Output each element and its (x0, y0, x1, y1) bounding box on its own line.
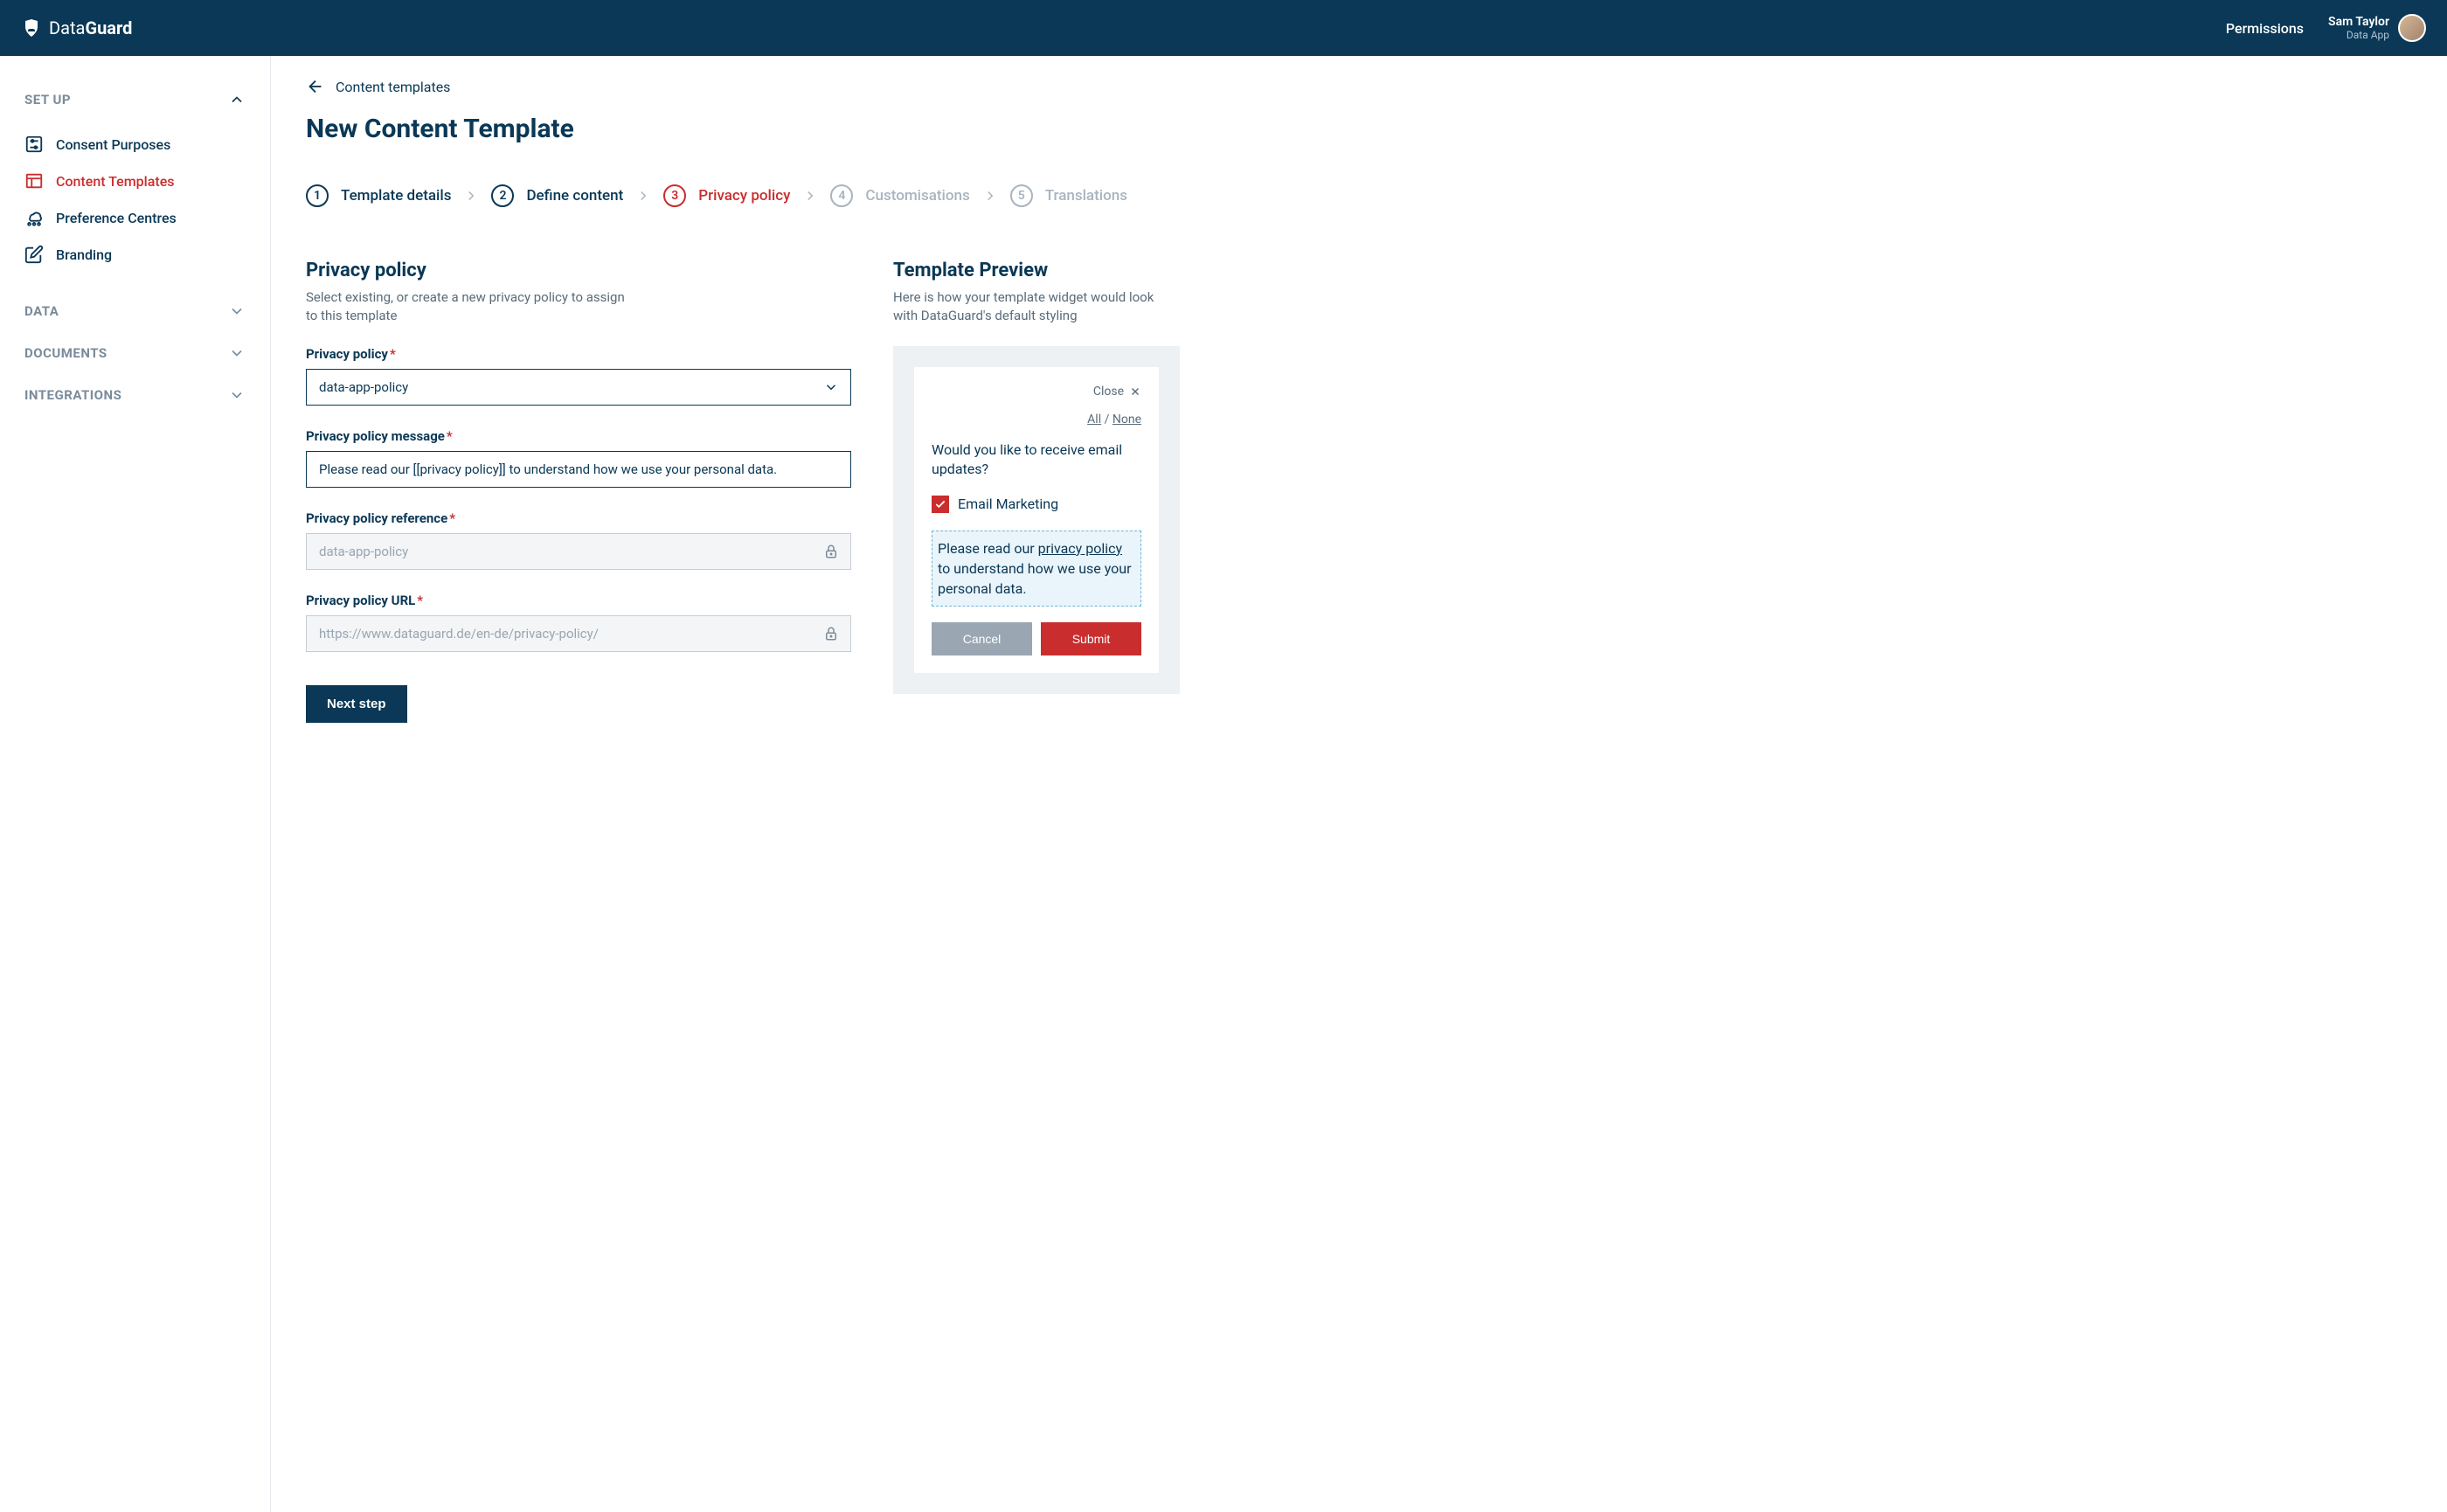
step-number: 2 (491, 184, 514, 207)
user-info[interactable]: Sam Taylor Data App (2328, 14, 2426, 42)
form-section-desc: Select existing, or create a new privacy… (306, 288, 638, 325)
cancel-button[interactable]: Cancel (932, 622, 1032, 655)
preview-close[interactable]: Close (932, 385, 1141, 399)
checkbox-checked[interactable] (932, 496, 949, 513)
stepper: 1 Template details 2 Define content 3 Pr… (306, 184, 2412, 207)
preview-all-none: All / None (932, 413, 1141, 427)
lock-icon (823, 626, 839, 642)
page-title: New Content Template (306, 114, 2412, 144)
user-name: Sam Taylor (2328, 15, 2389, 29)
checkbox-row[interactable]: Email Marketing (932, 496, 1141, 513)
step-translations[interactable]: 5 Translations (1010, 184, 1127, 207)
policy-message-box: Please read our privacy policy to unders… (932, 531, 1141, 607)
chevron-right-icon (982, 188, 998, 204)
cloud-network-icon (24, 208, 44, 227)
step-template-details[interactable]: 1 Template details (306, 184, 451, 207)
sidebar-section-title: DOCUMENTS (24, 345, 107, 361)
user-app: Data App (2328, 29, 2389, 41)
step-customisations[interactable]: 4 Customisations (830, 184, 969, 207)
breadcrumb[interactable]: Content templates (306, 77, 2412, 96)
template-icon (24, 171, 44, 191)
url-input (306, 615, 851, 652)
sidebar-item-label: Branding (56, 246, 112, 263)
sidebar-item-label: Preference Centres (56, 210, 177, 226)
sidebar-section-documents[interactable]: DOCUMENTS (24, 332, 246, 374)
message-input[interactable] (306, 451, 851, 488)
step-label: Privacy policy (698, 187, 790, 205)
brand-logo[interactable]: DataGuard (21, 17, 132, 38)
app-header: DataGuard Permissions Sam Taylor Data Ap… (0, 0, 2447, 56)
avatar[interactable] (2398, 14, 2426, 42)
sidebar-section-integrations[interactable]: INTEGRATIONS (24, 374, 246, 416)
next-step-button[interactable]: Next step (306, 685, 407, 723)
form-section-title: Privacy policy (306, 260, 851, 281)
brand-prefix: Data (49, 17, 85, 38)
step-privacy-policy[interactable]: 3 Privacy policy (663, 184, 790, 207)
reference-label: Privacy policy reference* (306, 510, 851, 526)
chevron-down-icon (228, 386, 246, 404)
step-number: 1 (306, 184, 329, 207)
form-section: Privacy policy Select existing, or creat… (306, 260, 851, 723)
chevron-up-icon (228, 91, 246, 108)
policy-select[interactable] (306, 369, 851, 406)
chevron-right-icon (635, 188, 651, 204)
privacy-policy-link[interactable]: privacy policy (1038, 540, 1122, 557)
sidebar-section-title: INTEGRATIONS (24, 387, 121, 403)
sidebar-section-title: DATA (24, 303, 59, 319)
permissions-link[interactable]: Permissions (2226, 20, 2304, 37)
chevron-right-icon (463, 188, 479, 204)
preview-desc: Here is how your template widget would l… (893, 288, 1180, 325)
sidebar-section-setup[interactable]: SET UP (24, 91, 246, 108)
chevron-down-icon (228, 344, 246, 362)
step-number: 5 (1010, 184, 1033, 207)
sidebar-item-preference-centres[interactable]: Preference Centres (24, 199, 246, 236)
sidebar-item-consent-purposes[interactable]: Consent Purposes (24, 126, 246, 163)
submit-button[interactable]: Submit (1041, 622, 1141, 655)
step-label: Template details (341, 187, 451, 205)
breadcrumb-label: Content templates (336, 79, 450, 95)
step-label: Define content (526, 187, 623, 205)
brand-bold: Guard (85, 17, 132, 38)
step-define-content[interactable]: 2 Define content (491, 184, 623, 207)
preview-title: Template Preview (893, 260, 1180, 281)
reference-input (306, 533, 851, 570)
sliders-icon (24, 135, 44, 154)
pencil-icon (24, 245, 44, 264)
sidebar-item-branding[interactable]: Branding (24, 236, 246, 273)
none-link[interactable]: None (1113, 413, 1141, 427)
lock-icon (823, 544, 839, 559)
chevron-down-icon (228, 302, 246, 320)
preview-wrapper: Close All / None Would you like to recei… (893, 346, 1180, 694)
sidebar-item-label: Consent Purposes (56, 136, 170, 153)
all-link[interactable]: All (1087, 413, 1101, 427)
preview-section: Template Preview Here is how your templa… (893, 260, 1180, 694)
check-icon (934, 498, 946, 510)
preview-question: Would you like to receive email updates? (932, 440, 1141, 480)
sidebar: SET UP Consent Purposes Content Template… (0, 56, 271, 1512)
step-number: 3 (663, 184, 686, 207)
checkbox-label: Email Marketing (958, 496, 1058, 512)
url-label: Privacy policy URL* (306, 593, 851, 608)
close-icon (1129, 385, 1141, 398)
step-label: Customisations (865, 187, 969, 205)
message-label: Privacy policy message* (306, 428, 851, 444)
step-label: Translations (1045, 187, 1127, 205)
arrow-left-icon (306, 77, 325, 96)
close-label: Close (1093, 385, 1124, 399)
main-content: Content templates New Content Template 1… (271, 56, 2447, 1512)
sidebar-section-data[interactable]: DATA (24, 290, 246, 332)
sidebar-item-label: Content Templates (56, 173, 175, 190)
chevron-right-icon (802, 188, 818, 204)
sidebar-item-content-templates[interactable]: Content Templates (24, 163, 246, 199)
preview-card: Close All / None Would you like to recei… (914, 367, 1159, 673)
policy-label: Privacy policy* (306, 346, 851, 362)
shield-icon (21, 17, 42, 38)
header-right: Permissions Sam Taylor Data App (2226, 14, 2426, 42)
sidebar-section-title: SET UP (24, 92, 71, 108)
step-number: 4 (830, 184, 853, 207)
